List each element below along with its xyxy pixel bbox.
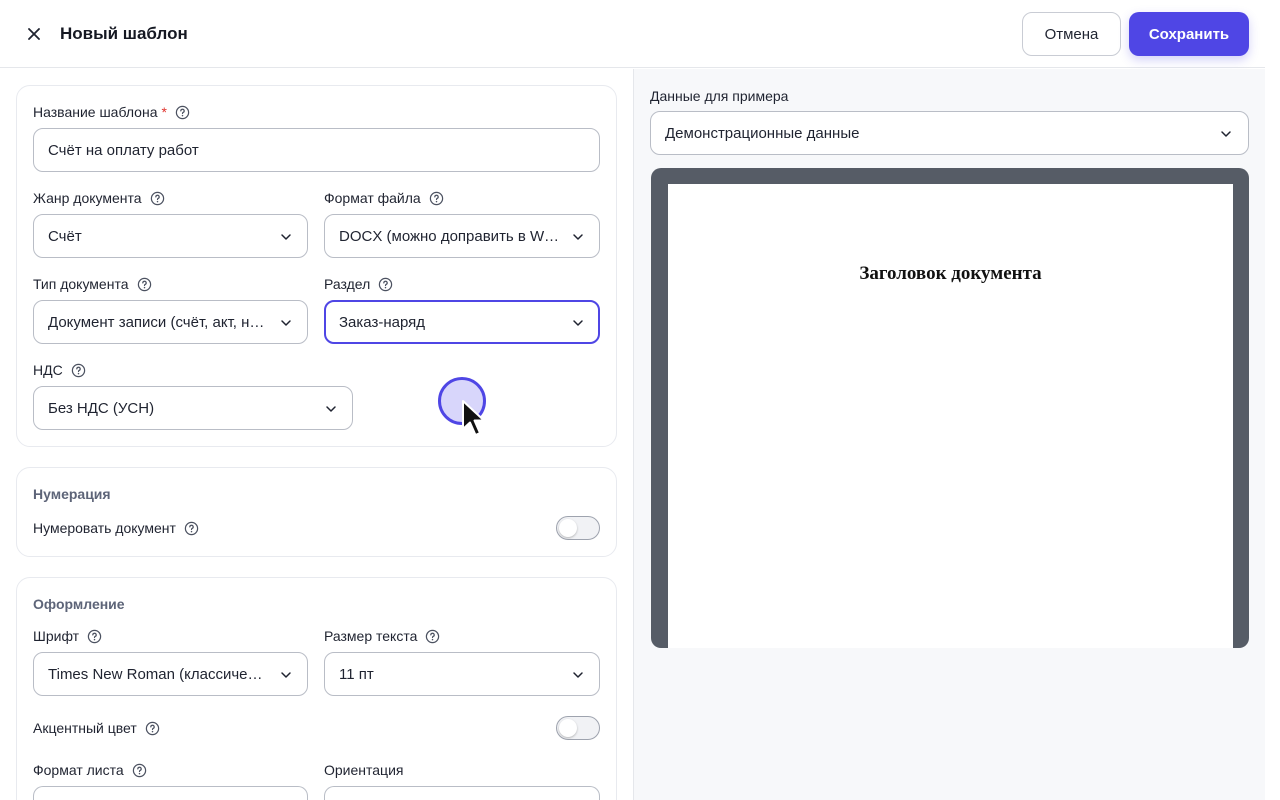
mouse-pointer-icon: [462, 400, 485, 436]
accent-color-label-text: Акцентный цвет: [33, 720, 137, 736]
genre-select[interactable]: Счёт: [33, 214, 308, 258]
help-icon[interactable]: [150, 191, 165, 206]
genre-value: Счёт: [48, 227, 82, 245]
help-icon[interactable]: [132, 763, 147, 778]
preview-data-label: Данные для примера: [650, 88, 789, 104]
section-select[interactable]: Заказ-наряд: [324, 300, 600, 344]
file-format-label-text: Формат файла: [324, 190, 421, 206]
chevron-down-icon: [281, 234, 291, 240]
chevron-down-icon: [326, 406, 336, 412]
scrollbar-gutter: [1265, 0, 1280, 800]
template-name-input[interactable]: Счёт на оплату работ: [33, 128, 600, 172]
top-bar: Новый шаблон Отмена Сохранить: [0, 0, 1265, 68]
preview-data-select[interactable]: Демонстрационные данные: [650, 111, 1249, 155]
cancel-button[interactable]: Отмена: [1022, 12, 1121, 56]
font-value: Times New Roman (классический): [48, 665, 267, 683]
help-icon[interactable]: [425, 629, 440, 644]
help-icon[interactable]: [175, 105, 190, 120]
sheet-format-select[interactable]: [33, 786, 308, 800]
template-name-value: Счёт на оплату работ: [48, 141, 199, 159]
numbering-toggle-label: Нумеровать документ: [33, 518, 199, 538]
design-section-title: Оформление: [33, 596, 125, 612]
font-label-text: Шрифт: [33, 628, 80, 644]
chevron-down-icon: [1221, 131, 1231, 137]
template-name-label: Название шаблона *: [33, 102, 190, 122]
vat-label: НДС: [33, 360, 86, 380]
font-size-value: 11 пт: [339, 665, 374, 683]
vat-value: Без НДС (УСН): [48, 399, 155, 417]
font-select[interactable]: Times New Roman (классический): [33, 652, 308, 696]
numbering-card: Нумерация Нумеровать документ: [16, 467, 617, 557]
document-preview-sheet: Заголовок документа: [668, 184, 1233, 648]
main-settings-card: Название шаблона * Счёт на оплату работ …: [16, 85, 617, 447]
preview-pane: Данные для примера Демонстрационные данн…: [633, 69, 1265, 800]
numbering-toggle[interactable]: [556, 516, 600, 540]
help-icon[interactable]: [71, 363, 86, 378]
accent-color-toggle[interactable]: [556, 716, 600, 740]
save-button[interactable]: Сохранить: [1129, 12, 1249, 56]
design-card: Оформление Шрифт Times New Roman (класси…: [16, 577, 617, 800]
sheet-format-label-text: Формат листа: [33, 762, 124, 778]
chevron-down-icon: [573, 672, 583, 678]
page-title: Новый шаблон: [60, 24, 188, 43]
doc-type-label-text: Тип документа: [33, 276, 129, 292]
accent-color-label: Акцентный цвет: [33, 718, 160, 738]
file-format-value: DOCX (можно доправить в Word): [339, 227, 559, 245]
help-icon[interactable]: [429, 191, 444, 206]
doc-type-value: Документ записи (счёт, акт, накладная): [48, 313, 267, 331]
chevron-down-icon: [573, 234, 583, 240]
toggle-knob: [559, 719, 577, 737]
chevron-down-icon: [281, 320, 291, 326]
settings-pane[interactable]: Название шаблона * Счёт на оплату работ …: [0, 69, 633, 800]
required-mark: *: [161, 104, 167, 120]
close-icon: [28, 28, 40, 40]
vat-label-text: НДС: [33, 362, 63, 378]
vat-select[interactable]: Без НДС (УСН): [33, 386, 353, 430]
font-size-label: Размер текста: [324, 626, 440, 646]
document-preview-frame: Заголовок документа: [651, 168, 1249, 648]
section-label-text: Раздел: [324, 276, 371, 292]
help-icon[interactable]: [87, 629, 102, 644]
file-format-label: Формат файла: [324, 188, 444, 208]
orientation-label-text: Ориентация: [324, 762, 404, 778]
toggle-knob: [559, 519, 577, 537]
doc-type-select[interactable]: Документ записи (счёт, акт, накладная): [33, 300, 308, 344]
sheet-format-label: Формат листа: [33, 760, 147, 780]
orientation-select[interactable]: [324, 786, 600, 800]
numbering-section-title: Нумерация: [33, 486, 111, 502]
preview-data-value: Демонстрационные данные: [665, 124, 860, 142]
help-icon[interactable]: [137, 277, 152, 292]
section-label: Раздел: [324, 274, 393, 294]
file-format-select[interactable]: DOCX (можно доправить в Word): [324, 214, 600, 258]
help-icon[interactable]: [184, 521, 199, 536]
help-icon[interactable]: [378, 277, 393, 292]
chevron-down-icon: [281, 672, 291, 678]
document-heading: Заголовок документа: [859, 263, 1042, 284]
orientation-label: Ориентация: [324, 760, 403, 780]
genre-label-text: Жанр документа: [33, 190, 142, 206]
numbering-toggle-label-text: Нумеровать документ: [33, 520, 176, 536]
template-name-label-text: Название шаблона: [33, 104, 158, 120]
font-size-select[interactable]: 11 пт: [324, 652, 600, 696]
help-icon[interactable]: [145, 721, 160, 736]
font-size-label-text: Размер текста: [324, 628, 418, 644]
close-button[interactable]: [22, 22, 46, 46]
font-label: Шрифт: [33, 626, 102, 646]
chevron-down-icon: [573, 320, 583, 326]
genre-label: Жанр документа: [33, 188, 165, 208]
section-value: Заказ-наряд: [339, 313, 426, 331]
doc-type-label: Тип документа: [33, 274, 152, 294]
